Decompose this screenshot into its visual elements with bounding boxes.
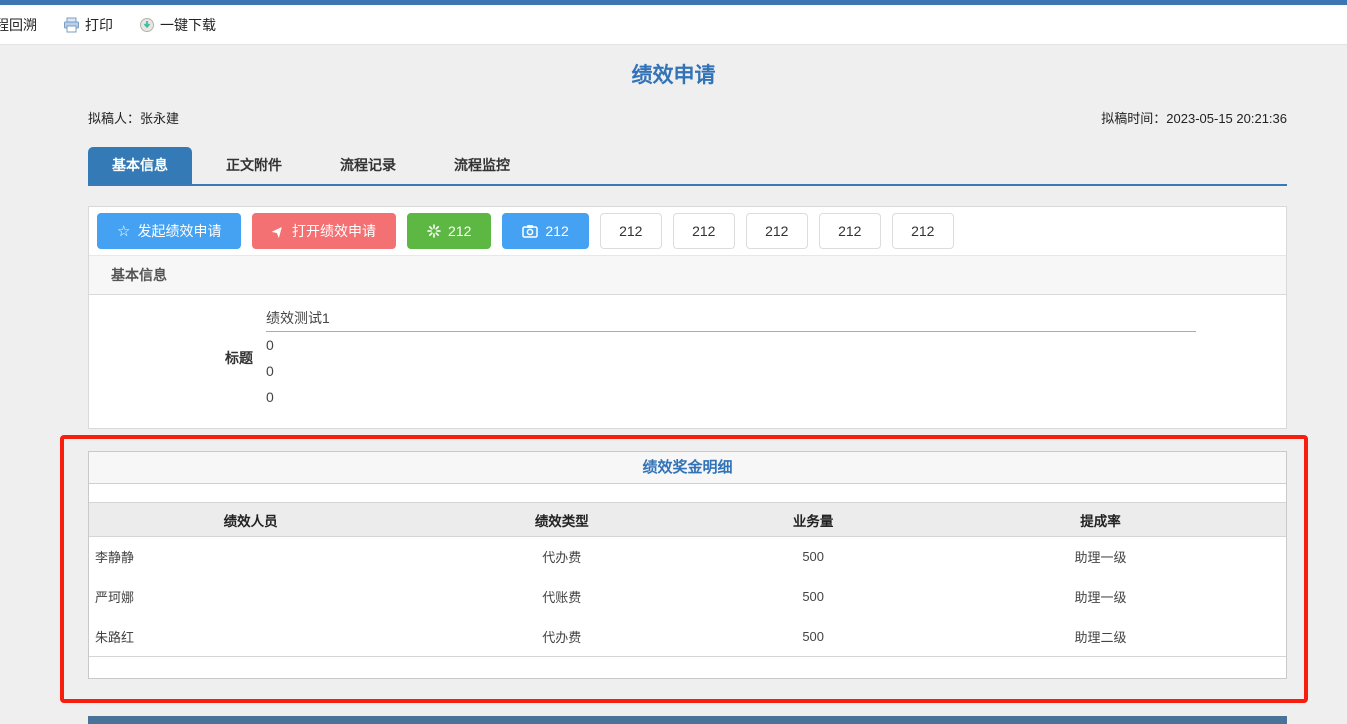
cell-type: 代账费 bbox=[542, 590, 582, 605]
basic-info-section-header: 基本信息 bbox=[89, 255, 1286, 295]
plain-212-button-5[interactable]: 212 bbox=[891, 213, 954, 249]
table-row: 严珂娜 代账费 500 助理一级 bbox=[89, 577, 1286, 617]
button-label: 212 bbox=[448, 223, 472, 239]
title-value-line: 0 bbox=[266, 389, 274, 405]
bonus-detail-section-header: 绩效奖金明细 bbox=[89, 452, 1286, 484]
bonus-detail-table: 绩效人员 绩效类型 业务量 提成率 李静静 代办费 500 助理一级 严珂娜 代… bbox=[89, 502, 1286, 678]
cell-rate: 助理二级 bbox=[1074, 629, 1127, 645]
page-title: 绩效申请 bbox=[631, 64, 716, 87]
tab-process-monitor[interactable]: 流程监控 bbox=[430, 147, 534, 184]
cell-rate: 助理一级 bbox=[1074, 590, 1127, 605]
drafter-info: 拟稿人：张永建 bbox=[88, 108, 179, 127]
star-icon: ☆ bbox=[117, 222, 131, 240]
button-label: 发起绩效申请 bbox=[137, 223, 222, 239]
draft-time-label: 拟稿时间： bbox=[1101, 110, 1167, 126]
spinner-icon bbox=[427, 224, 441, 238]
toolbar-download-label: 一键下载 bbox=[160, 16, 216, 33]
toolbar-print-label: 打印 bbox=[85, 16, 113, 33]
column-header-rate: 提成率 bbox=[914, 502, 1286, 537]
plain-212-button-4[interactable]: 212 bbox=[818, 213, 881, 249]
actions-row: ☆ 发起绩效申请 ➤ 打开绩效申请 212 212 212 212 212 21… bbox=[89, 207, 1286, 255]
plain-212-button-1[interactable]: 212 bbox=[599, 213, 662, 249]
draft-time-info: 拟稿时间：2023-05-15 20:21:36 bbox=[1101, 108, 1287, 127]
column-header-person: 绩效人员 bbox=[89, 502, 413, 537]
table-header-row: 绩效人员 绩效类型 业务量 提成率 bbox=[89, 502, 1286, 537]
column-header-volume: 业务量 bbox=[711, 502, 915, 537]
cell-volume: 500 bbox=[802, 589, 825, 604]
meta-row: 拟稿人：张永建 拟稿时间：2023-05-15 20:21:36 bbox=[88, 107, 1287, 127]
next-section-top-bar bbox=[88, 715, 1287, 724]
cell-type: 代办费 bbox=[542, 629, 582, 645]
title-value-line: 0 bbox=[266, 363, 274, 379]
basic-info-panel: ☆ 发起绩效申请 ➤ 打开绩效申请 212 212 212 212 212 21… bbox=[88, 206, 1287, 429]
title-field-label: 标题 bbox=[225, 349, 253, 366]
cell-type: 代办费 bbox=[542, 550, 582, 566]
send-icon: ➤ bbox=[268, 220, 290, 242]
toolbar: 程回溯 打印 一键下载 bbox=[0, 5, 1347, 45]
tab-process-record[interactable]: 流程记录 bbox=[316, 147, 420, 184]
cell-person: 严珂娜 bbox=[95, 590, 135, 605]
table-empty-footer-row bbox=[89, 656, 1286, 678]
cell-volume: 500 bbox=[802, 628, 825, 644]
tab-bar: 基本信息 正文附件 流程记录 流程监控 bbox=[88, 147, 1287, 186]
title-field-values: 绩效测试1 0 0 0 bbox=[266, 305, 1196, 410]
printer-icon bbox=[63, 17, 80, 33]
form-area: 标题 绩效测试1 0 0 0 bbox=[89, 295, 1286, 428]
highlight-red-box: 绩效奖金明细 绩效人员 绩效类型 业务量 提成率 李静静 代办费 500 助理一… bbox=[60, 435, 1308, 703]
toolbar-item-trace[interactable]: 程回溯 bbox=[0, 15, 37, 35]
toolbar-trace-label: 程回溯 bbox=[0, 16, 37, 33]
button-label: 打开绩效申请 bbox=[292, 223, 377, 239]
title-value-line: 0 bbox=[266, 337, 274, 353]
title-input[interactable]: 绩效测试1 bbox=[266, 305, 1196, 332]
bonus-detail-panel: 绩效奖金明细 绩效人员 绩效类型 业务量 提成率 李静静 代办费 500 助理一… bbox=[88, 451, 1287, 679]
open-performance-request-button[interactable]: ➤ 打开绩效申请 bbox=[252, 213, 397, 249]
start-performance-request-button[interactable]: ☆ 发起绩效申请 bbox=[97, 213, 242, 249]
cell-person: 朱路红 bbox=[95, 629, 135, 645]
table-row: 李静静 代办费 500 助理一级 bbox=[89, 537, 1286, 577]
title-form-row: 标题 绩效测试1 0 0 0 bbox=[89, 305, 1286, 410]
cell-person: 李静静 bbox=[95, 550, 135, 566]
table-row: 朱路红 代办费 500 助理二级 bbox=[89, 617, 1286, 657]
toolbar-item-print[interactable]: 打印 bbox=[63, 15, 113, 35]
plain-212-button-3[interactable]: 212 bbox=[745, 213, 808, 249]
camera-icon bbox=[522, 224, 539, 238]
cell-volume: 500 bbox=[802, 549, 825, 565]
button-label: 212 bbox=[545, 223, 569, 239]
tab-attachments[interactable]: 正文附件 bbox=[202, 147, 306, 184]
plain-212-button-2[interactable]: 212 bbox=[672, 213, 735, 249]
download-icon bbox=[139, 17, 155, 33]
tab-basic-info[interactable]: 基本信息 bbox=[88, 147, 192, 184]
toolbar-item-download[interactable]: 一键下载 bbox=[139, 15, 216, 35]
drafter-label: 拟稿人： bbox=[88, 110, 141, 126]
drafter-name: 张永建 bbox=[140, 110, 180, 126]
cell-rate: 助理一级 bbox=[1074, 550, 1127, 566]
camera-212-button[interactable]: 212 bbox=[502, 213, 589, 249]
column-header-type: 绩效类型 bbox=[412, 502, 712, 537]
draft-time-value: 2023-05-15 20:21:36 bbox=[1166, 110, 1287, 126]
green-212-button[interactable]: 212 bbox=[407, 213, 492, 249]
